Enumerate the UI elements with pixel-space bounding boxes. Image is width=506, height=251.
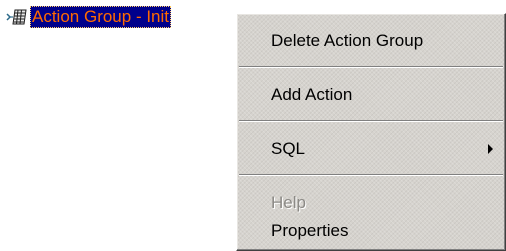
screen: Action Group - Init Delete Action Group … xyxy=(0,0,506,251)
menu-item-label: SQL xyxy=(271,139,306,158)
menu-item-label: Add Action xyxy=(271,85,353,104)
menu-item-sql[interactable]: SQL xyxy=(237,134,505,164)
action-group-icon xyxy=(6,6,28,28)
menu-item-label: Properties xyxy=(271,221,349,240)
menu-item-help[interactable]: Help xyxy=(237,188,505,218)
menu-item-add-action[interactable]: Add Action xyxy=(237,80,505,110)
menu-item-delete-action-group[interactable]: Delete Action Group xyxy=(237,26,505,56)
menu-item-label: Help xyxy=(271,193,306,212)
menu-item-properties[interactable]: Properties xyxy=(237,216,505,246)
tree-node-action-group[interactable]: Action Group - Init xyxy=(6,4,172,30)
submenu-arrow-icon xyxy=(488,144,493,154)
menu-separator xyxy=(239,174,503,176)
tree-node-label[interactable]: Action Group - Init xyxy=(30,6,172,28)
menu-separator xyxy=(239,66,503,68)
menu-separator xyxy=(239,120,503,122)
menu-item-label: Delete Action Group xyxy=(271,31,424,50)
context-menu: Delete Action Group Add Action SQL Help … xyxy=(236,13,506,251)
